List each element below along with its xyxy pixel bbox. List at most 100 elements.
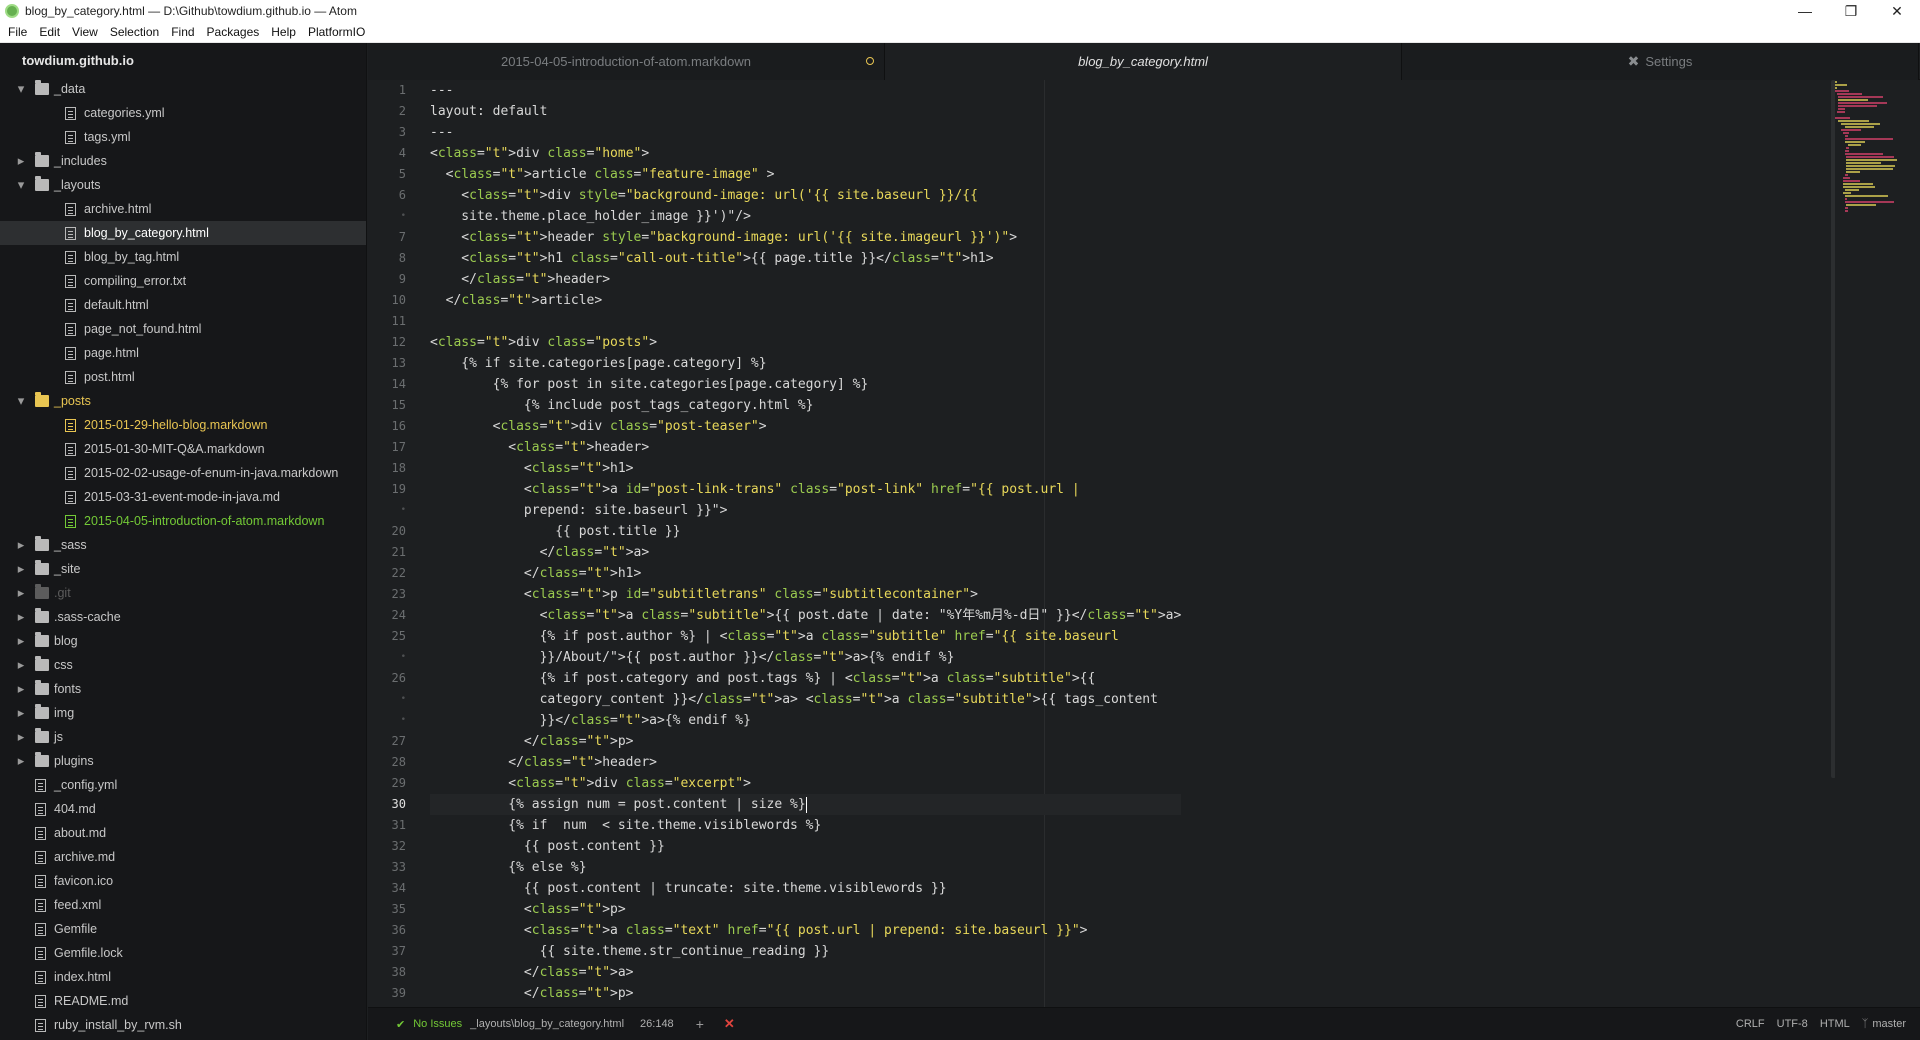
code-line[interactable]: --- bbox=[430, 122, 1181, 143]
line-ending[interactable]: CRLF bbox=[1736, 1018, 1765, 1030]
tree-folder-includes[interactable]: ▸ _includes bbox=[0, 149, 366, 173]
code-line[interactable]: <class="t">header> bbox=[430, 437, 1181, 458]
menu-help[interactable]: Help bbox=[265, 25, 302, 39]
code-line[interactable]: </class="t">p> bbox=[430, 983, 1181, 1004]
line-number[interactable]: 9 bbox=[368, 269, 412, 290]
tree-folder-sass[interactable]: ▸ _sass bbox=[0, 533, 366, 557]
chevron-right-icon[interactable]: ▸ bbox=[16, 729, 26, 745]
tree-file-tags-yml[interactable]: tags.yml bbox=[0, 125, 366, 149]
tree-file-favicon-ico[interactable]: favicon.ico bbox=[0, 869, 366, 893]
line-number[interactable]: 8 bbox=[368, 248, 412, 269]
line-number[interactable]: 12 bbox=[368, 332, 412, 353]
code-line[interactable]: </class="t">header> bbox=[430, 269, 1181, 290]
chevron-right-icon[interactable]: ▸ bbox=[16, 561, 26, 577]
code-line[interactable]: {% include post_tags_category.html %} bbox=[430, 395, 1181, 416]
code-line[interactable]: {{ post.content }} bbox=[430, 836, 1181, 857]
line-number[interactable]: 35 bbox=[368, 899, 412, 920]
code-line[interactable]: {{ post.content | truncate: site.theme.v… bbox=[430, 878, 1181, 899]
code-line[interactable]: </class="t">a> bbox=[430, 542, 1181, 563]
tree-file-compiling-error-txt[interactable]: compiling_error.txt bbox=[0, 269, 366, 293]
code-line[interactable]: category_content }}</class="t">a> <class… bbox=[430, 689, 1181, 710]
tree-folder-posts[interactable]: ▾ _posts bbox=[0, 389, 366, 413]
code-line[interactable]: </class="t">h1> bbox=[430, 563, 1181, 584]
line-number[interactable]: 2 bbox=[368, 101, 412, 122]
minimap[interactable] bbox=[1835, 80, 1920, 1007]
line-number[interactable]: 17 bbox=[368, 437, 412, 458]
chevron-right-icon[interactable]: ▸ bbox=[16, 537, 26, 553]
tree-file-2015-02-02-usage-of-enum-in-java-markdown[interactable]: 2015-02-02-usage-of-enum-in-java.markdow… bbox=[0, 461, 366, 485]
tree-file-blog-by-category-html[interactable]: blog_by_category.html bbox=[0, 221, 366, 245]
code-line[interactable]: }}</class="t">a>{% endif %} bbox=[430, 710, 1181, 731]
add-icon[interactable]: + bbox=[696, 1016, 704, 1032]
menu-packages[interactable]: Packages bbox=[201, 25, 266, 39]
code-line[interactable]: {{ post.title }} bbox=[430, 521, 1181, 542]
line-number[interactable]: 39 bbox=[368, 983, 412, 1004]
line-number[interactable]: 4 bbox=[368, 143, 412, 164]
code-line[interactable]: <class="t">div class="excerpt"> bbox=[430, 773, 1181, 794]
tree-file-2015-04-05-introduction-of-atom-markdown[interactable]: 2015-04-05-introduction-of-atom.markdown bbox=[0, 509, 366, 533]
project-root[interactable]: towdium.github.io bbox=[0, 43, 366, 77]
line-number[interactable]: 18 bbox=[368, 458, 412, 479]
line-number[interactable]: • bbox=[368, 647, 412, 668]
chevron-right-icon[interactable]: ▸ bbox=[16, 609, 26, 625]
tree-file-ruby-install-by-rvm-sh[interactable]: ruby_install_by_rvm.sh bbox=[0, 1013, 366, 1037]
line-number[interactable]: 26 bbox=[368, 668, 412, 689]
tree-file-2015-03-31-event-mode-in-java-md[interactable]: 2015-03-31-event-mode-in-java.md bbox=[0, 485, 366, 509]
line-number[interactable]: 16 bbox=[368, 416, 412, 437]
chevron-down-icon[interactable]: ▾ bbox=[16, 393, 26, 409]
line-number[interactable]: 10 bbox=[368, 290, 412, 311]
code-line[interactable]: <class="t">header style="background-imag… bbox=[430, 227, 1181, 248]
linter-status[interactable]: No Issues bbox=[413, 1018, 462, 1030]
tree-file-default-html[interactable]: default.html bbox=[0, 293, 366, 317]
line-number[interactable]: 13 bbox=[368, 353, 412, 374]
code-line[interactable]: layout: default bbox=[430, 101, 1181, 122]
code-line[interactable]: <class="t">h1 class="call-out-title">{{ … bbox=[430, 248, 1181, 269]
close-icon[interactable]: ✕ bbox=[1874, 0, 1920, 22]
tree-file-about-md[interactable]: about.md bbox=[0, 821, 366, 845]
line-number[interactable]: 37 bbox=[368, 941, 412, 962]
line-number[interactable]: 21 bbox=[368, 542, 412, 563]
tree-file-config-yml[interactable]: _config.yml bbox=[0, 773, 366, 797]
code-line[interactable]: {% assign num = post.content | size %} bbox=[430, 794, 1182, 815]
tab-blog-by-category[interactable]: blog_by_category.html bbox=[885, 43, 1402, 80]
tree-folder-layouts[interactable]: ▾ _layouts bbox=[0, 173, 366, 197]
tree-folder-data[interactable]: ▾ _data bbox=[0, 77, 366, 101]
line-number[interactable]: 3 bbox=[368, 122, 412, 143]
code-line[interactable]: <class="t">article class="feature-image"… bbox=[430, 164, 1181, 185]
tree-file-page-not-found-html[interactable]: page_not_found.html bbox=[0, 317, 366, 341]
chevron-right-icon[interactable]: ▸ bbox=[16, 705, 26, 721]
line-number[interactable]: 24 bbox=[368, 605, 412, 626]
tree-folder-img[interactable]: ▸ img bbox=[0, 701, 366, 725]
chevron-right-icon[interactable]: ▸ bbox=[16, 753, 26, 769]
code-line[interactable]: {% else %} bbox=[430, 857, 1181, 878]
menu-selection[interactable]: Selection bbox=[104, 25, 165, 39]
line-number[interactable]: 20 bbox=[368, 521, 412, 542]
git-branch[interactable]: master bbox=[1872, 1018, 1906, 1030]
code-line[interactable]: {% if post.category and post.tags %} | <… bbox=[430, 668, 1181, 689]
line-number[interactable]: 32 bbox=[368, 836, 412, 857]
code-line[interactable]: <class="t">div class="home"> bbox=[430, 143, 1181, 164]
encoding[interactable]: UTF-8 bbox=[1777, 1018, 1808, 1030]
line-number[interactable]: 23 bbox=[368, 584, 412, 605]
tree-folder-sass-cache[interactable]: ▸ .sass-cache bbox=[0, 605, 366, 629]
line-number[interactable]: 36 bbox=[368, 920, 412, 941]
code-line[interactable]: {% if post.author %} | <class="t">a clas… bbox=[430, 626, 1181, 647]
file-path[interactable]: _layouts\blog_by_category.html bbox=[470, 1018, 624, 1030]
tree-file-post-html[interactable]: post.html bbox=[0, 365, 366, 389]
line-number[interactable]: 14 bbox=[368, 374, 412, 395]
line-number[interactable]: • bbox=[368, 206, 412, 227]
tree-folder-css[interactable]: ▸ css bbox=[0, 653, 366, 677]
minimize-icon[interactable]: — bbox=[1782, 0, 1828, 22]
code-line[interactable]: </class="t">article> bbox=[430, 290, 1181, 311]
code-editor[interactable]: 1 2 3 4 5 6 • 7 8 9 10 11 12 13 14 15 16 17 18 19 • 20 21 22 23 2… bbox=[368, 80, 1920, 1007]
line-number[interactable]: 7 bbox=[368, 227, 412, 248]
chevron-right-icon[interactable]: ▸ bbox=[16, 681, 26, 697]
tree-file-2015-01-29-hello-blog-markdown[interactable]: 2015-01-29-hello-blog.markdown bbox=[0, 413, 366, 437]
line-number[interactable]: 27 bbox=[368, 731, 412, 752]
tree-file-2015-01-30-mit-q-a-markdown[interactable]: 2015-01-30-MIT-Q&A.markdown bbox=[0, 437, 366, 461]
code-line[interactable]: </class="t">a> bbox=[430, 962, 1181, 983]
line-number[interactable]: • bbox=[368, 710, 412, 731]
code-line[interactable]: <class="t">p id="subtitletrans" class="s… bbox=[430, 584, 1181, 605]
tree-folder-js[interactable]: ▸ js bbox=[0, 725, 366, 749]
line-number[interactable]: 15 bbox=[368, 395, 412, 416]
